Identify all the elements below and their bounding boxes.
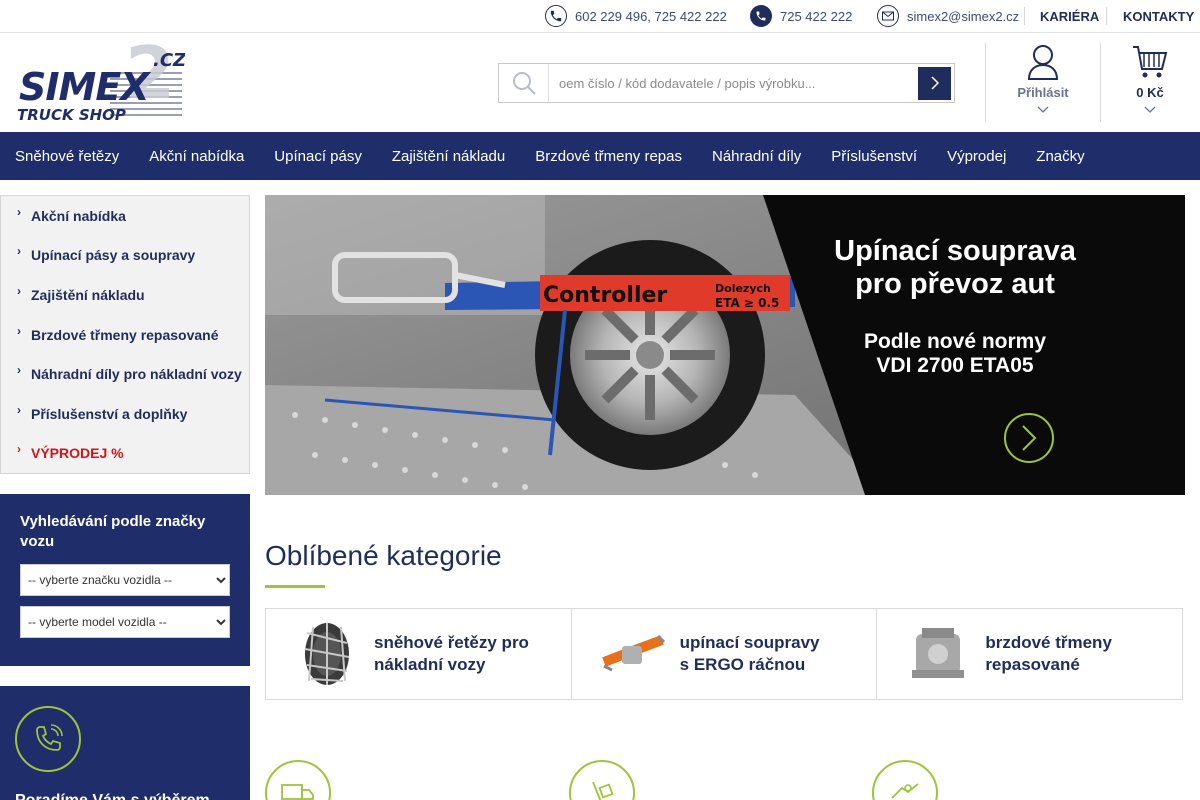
sidebar-item-accessories[interactable]: › Příslušenství a doplňky (1, 394, 249, 434)
top-bar: 602 229 496, 725 422 222 725 422 222 sim… (0, 0, 1200, 33)
cart-button[interactable]: 0 Kč (1110, 43, 1190, 123)
phone-contact[interactable]: 602 229 496, 725 422 222 (545, 0, 727, 32)
career-link[interactable]: KARIÉRA (1040, 0, 1099, 32)
popular-categories: sněhové řetězy pro nákladní vozy upínací… (265, 608, 1185, 700)
chevron-right-icon: › (17, 442, 21, 457)
divider (1100, 43, 1101, 122)
svg-text:SIMEX: SIMEX (19, 65, 151, 109)
nav-item-brands[interactable]: Značky (1036, 148, 1084, 165)
chevron-right-icon: › (17, 323, 21, 338)
nav-item-offers[interactable]: Akční nabídka (149, 148, 244, 165)
cart-icon (1133, 46, 1168, 78)
ratchet-strap-image (598, 619, 668, 689)
category-card-label: brzdové třmeny repasované (985, 633, 1112, 674)
site-logo[interactable]: 2 SIMEX .CZ TRUCK SHOP (15, 31, 187, 124)
svg-text:TRUCK SHOP: TRUCK SHOP (17, 106, 126, 124)
banner-next-button[interactable] (1004, 413, 1054, 463)
divider (1024, 7, 1025, 25)
whatsapp-icon (750, 5, 772, 27)
category-card-straps[interactable]: upínací soupravy s ERGO ráčnou (570, 608, 878, 700)
vehicle-search-panel: Vyhledávání podle značky vozu -- vyberte… (0, 494, 250, 666)
sidebar-item-offers[interactable]: › Akční nabídka (1, 196, 249, 236)
snow-chain-image (292, 619, 362, 689)
search-input[interactable] (549, 64, 918, 102)
chevron-right-icon: › (17, 283, 21, 298)
truck-icon (265, 760, 331, 800)
contact-panel: Poradíme Vám s výběrem (0, 686, 250, 800)
divider (985, 43, 986, 122)
popular-categories-title: Oblíbené kategorie (265, 540, 502, 571)
sidebar-categories: › Akční nabídka › Upínací pásy a soupravy … (0, 195, 250, 474)
email-address: simex2@simex2.cz (907, 8, 1020, 24)
hand-truck-icon (569, 760, 635, 800)
vehicle-model-select[interactable]: -- vyberte model vozidla -- (20, 606, 230, 638)
nav-item-brake-calipers[interactable]: Brzdové třmeny repas (535, 148, 682, 165)
header: 2 SIMEX .CZ TRUCK SHOP Přihlásit 0 Kč (0, 31, 1200, 132)
svg-text:ETA ≥ 0.5: ETA ≥ 0.5 (715, 296, 779, 310)
handshake-icon (872, 760, 938, 800)
title-underline (265, 585, 325, 588)
whatsapp-contact[interactable]: 725 422 222 (750, 0, 852, 32)
category-card-snow-chains[interactable]: sněhové řetězy pro nákladní vozy (265, 608, 572, 700)
divider (1106, 7, 1107, 25)
banner-subheading: Podle nové normy VDI 2700 ETA05 (863, 330, 1047, 377)
login-label: Přihlásit (1017, 85, 1069, 100)
chevron-right-icon: › (17, 204, 21, 219)
email-contact[interactable]: simex2@simex2.cz (877, 0, 1019, 32)
vehicle-make-select[interactable]: -- vyberte značku vozidla -- (20, 564, 230, 596)
search-icon (499, 64, 549, 102)
cart-total: 0 Kč (1136, 85, 1164, 100)
whatsapp-number: 725 422 222 (780, 8, 853, 24)
chevron-down-icon (1144, 106, 1156, 113)
login-button[interactable]: Přihlásit (1003, 43, 1083, 123)
nav-item-snow-chains[interactable]: Sněhové řetězy (15, 148, 119, 165)
sidebar-item-spare-parts[interactable]: › Náhradní díly pro nákladní vozy (1, 354, 249, 394)
chevron-right-icon (1022, 425, 1037, 451)
contacts-link[interactable]: KONTAKTY (1123, 0, 1194, 32)
user-icon (1027, 45, 1059, 80)
chevron-right-icon: › (17, 402, 21, 417)
phone-call-icon[interactable] (15, 706, 81, 772)
category-card-label: upínací soupravy s ERGO ráčnou (679, 633, 820, 674)
category-card-brake-calipers[interactable]: brzdové třmeny repasované (876, 608, 1183, 700)
promo-banner[interactable]: Controller Dolezych ETA ≥ 0.5 Upínací so… (265, 195, 1185, 495)
brake-caliper-image (903, 619, 973, 689)
main-nav: Sněhové řetězy Akční nabídka Upínací pás… (0, 132, 1200, 180)
search-bar (498, 63, 955, 103)
phone-icon (545, 5, 567, 27)
svg-text:.CZ: .CZ (153, 50, 185, 71)
vehicle-search-title: Vyhledávání podle značky vozu (20, 513, 206, 550)
chevron-down-icon (1037, 106, 1049, 113)
mail-icon (877, 5, 899, 27)
sidebar-item-straps[interactable]: › Upínací pásy a soupravy (1, 236, 249, 276)
nav-item-sale[interactable]: Výprodej (947, 148, 1006, 165)
sidebar-item-sale[interactable]: › VÝPRODEJ % (1, 434, 249, 474)
sidebar-item-cargo[interactable]: › Zajištění nákladu (1, 275, 249, 315)
sidebar-item-brake-calipers[interactable]: › Brzdové třmeny repasované (1, 315, 249, 355)
contact-text: Poradíme Vám s výběrem (15, 792, 235, 800)
nav-item-cargo[interactable]: Zajištění nákladu (392, 148, 505, 165)
svg-text:Controller: Controller (543, 283, 667, 308)
chevron-right-icon: › (17, 363, 21, 378)
nav-item-accessories[interactable]: Příslušenství (831, 148, 917, 165)
chevron-right-icon: › (17, 244, 21, 259)
banner-heading: Upínací souprava pro převoz aut (834, 235, 1076, 300)
nav-item-spare-parts[interactable]: Náhradní díly (712, 148, 801, 165)
search-submit-button[interactable] (918, 66, 951, 100)
nav-item-straps[interactable]: Upínací pásy (274, 148, 362, 165)
chevron-right-icon (930, 76, 939, 90)
svg-text:Dolezych: Dolezych (715, 282, 771, 295)
phone-numbers: 602 229 496, 725 422 222 (575, 8, 727, 24)
category-card-label: sněhové řetězy pro nákladní vozy (374, 633, 529, 674)
